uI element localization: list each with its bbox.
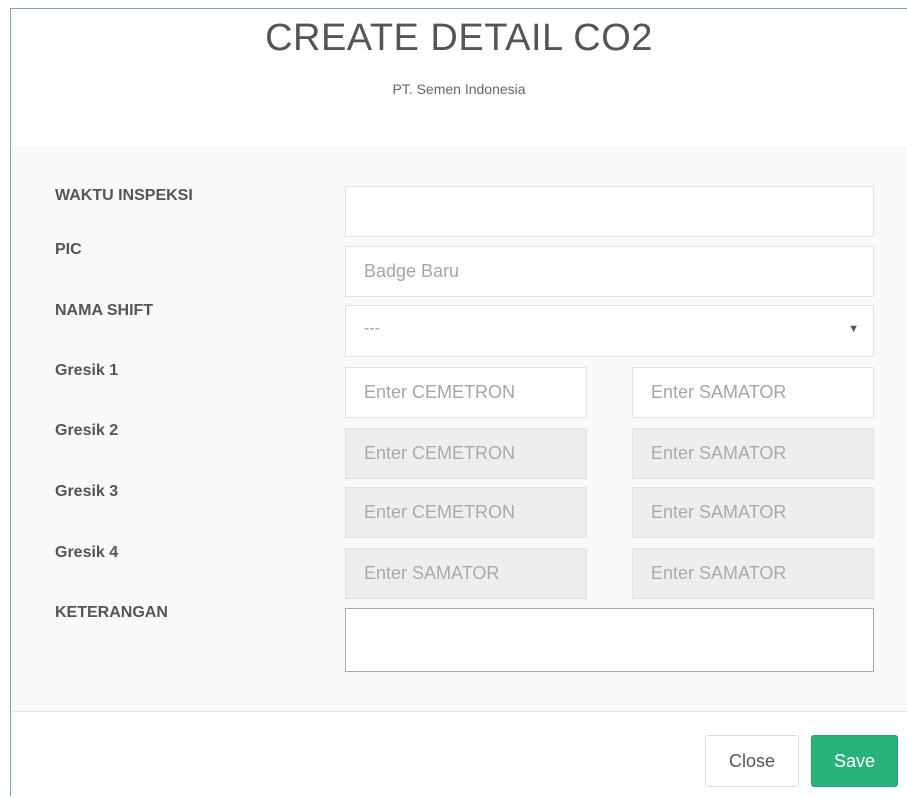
gresik-4-left-input	[345, 548, 587, 599]
keterangan-textarea[interactable]	[345, 608, 874, 672]
gresik-4-samator-input	[632, 548, 874, 599]
save-button[interactable]: Save	[811, 735, 898, 787]
nama-shift-label: NAMA SHIFT	[55, 302, 154, 319]
gresik-2-label: Gresik 2	[55, 422, 119, 439]
nama-shift-select[interactable]: --- ▼	[345, 305, 874, 357]
gresik-1-label: Gresik 1	[55, 362, 119, 379]
gresik-1-cemetron-input[interactable]	[345, 367, 587, 418]
gresik-2-cemetron-input	[345, 428, 587, 479]
gresik-1-samator-input[interactable]	[632, 367, 874, 418]
close-button[interactable]: Close	[705, 735, 799, 787]
nama-shift-selected-value: ---	[364, 320, 380, 337]
page-subtitle: PT. Semen Indonesia	[392, 81, 526, 97]
create-detail-modal: CREATE DETAIL CO2 PT. Semen Indonesia WA…	[10, 8, 907, 798]
page-title: CREATE DETAIL CO2	[265, 17, 653, 59]
modal-footer: Close Save	[11, 711, 907, 798]
gresik-2-samator-input	[632, 428, 874, 479]
pic-label: PIC	[55, 241, 82, 258]
gresik-3-cemetron-input	[345, 487, 587, 538]
modal-header: CREATE DETAIL CO2 PT. Semen Indonesia	[11, 9, 907, 147]
waktu-inspeksi-label: WAKTU INSPEKSI	[55, 187, 193, 204]
keterangan-label: KETERANGAN	[55, 604, 168, 621]
pic-input[interactable]	[345, 246, 874, 297]
gresik-4-label: Gresik 4	[55, 544, 119, 561]
chevron-down-icon: ▼	[848, 323, 859, 335]
waktu-inspeksi-input[interactable]	[345, 186, 874, 237]
modal-body: WAKTU INSPEKSI PIC NAMA SHIFT --- ▼ Gres…	[11, 146, 907, 711]
gresik-3-samator-input	[632, 487, 874, 538]
gresik-3-label: Gresik 3	[55, 483, 119, 500]
